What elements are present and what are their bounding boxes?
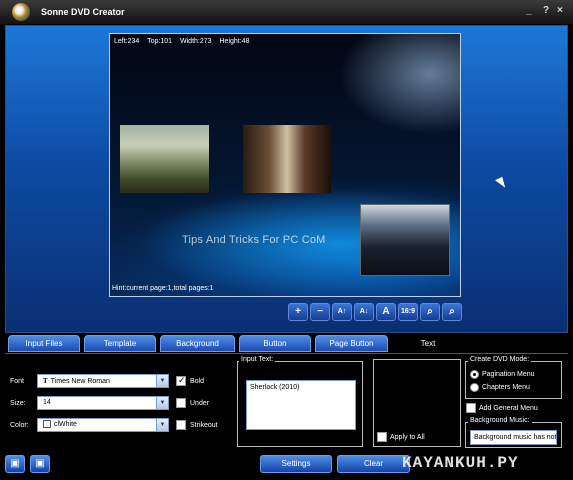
project-save-icon[interactable]: ▣ bbox=[30, 455, 50, 473]
dvd-mode-title: Create DVD Mode: bbox=[468, 356, 532, 363]
thumbnail-button-2[interactable] bbox=[243, 125, 331, 193]
zoom-out-button[interactable]: ⌕ bbox=[442, 303, 462, 321]
tab-page-button[interactable]: Page Button bbox=[315, 335, 388, 352]
pagination-menu-label: Pagination Menu bbox=[482, 371, 535, 378]
color-select[interactable]: clWhite ▼ bbox=[37, 418, 169, 432]
tab-button[interactable]: Button bbox=[239, 335, 311, 352]
height-readout: Height:48 bbox=[219, 38, 250, 45]
chevron-down-icon: ▼ bbox=[156, 375, 168, 387]
chevron-down-icon: ▼ bbox=[156, 419, 168, 431]
apply-to-all-checkbox[interactable] bbox=[377, 432, 387, 442]
zoom-in-button[interactable]: ⌕ bbox=[420, 303, 440, 321]
minimize-button[interactable]: _ bbox=[526, 5, 532, 16]
under-checkbox[interactable] bbox=[176, 398, 186, 408]
add-general-menu-label: Add General Menu bbox=[479, 405, 538, 412]
menu-preview-canvas[interactable]: Left:234 Top:101 Width:273 Height:48 Tip… bbox=[109, 33, 461, 297]
project-open-icon[interactable]: ▣ bbox=[5, 455, 25, 473]
bold-checkbox[interactable] bbox=[176, 375, 186, 386]
left-readout: Left:234 bbox=[114, 38, 140, 45]
clear-button[interactable]: Clear bbox=[337, 455, 410, 473]
width-readout: Width:273 bbox=[180, 38, 212, 45]
app-logo-icon bbox=[12, 3, 30, 21]
strikeout-checkbox[interactable] bbox=[176, 420, 186, 430]
selection-info: Left:234 Top:101 Width:273 Height:48 bbox=[114, 38, 255, 45]
thumbnail-button-3[interactable] bbox=[360, 204, 450, 276]
tab-text[interactable]: Text bbox=[392, 335, 464, 352]
site-watermark: KAYANKUH.PY bbox=[402, 454, 519, 472]
background-music-field[interactable]: Background music has not bbox=[470, 430, 557, 445]
size-select-value: 14 bbox=[43, 399, 51, 406]
font-type-icon: T bbox=[43, 377, 48, 385]
color-select-value: clWhite bbox=[54, 421, 77, 428]
page-hint: Hint:current page:1,total pages:1 bbox=[112, 285, 214, 292]
background-music-title: Background Music: bbox=[468, 417, 532, 424]
remove-button[interactable]: − bbox=[310, 303, 330, 321]
tab-background[interactable]: Background bbox=[160, 335, 235, 352]
font-select[interactable]: T Times New Roman ▼ bbox=[37, 374, 169, 388]
chapters-menu-radio[interactable] bbox=[470, 383, 479, 392]
preview-watermark: Tips And Tricks For PC CoM bbox=[182, 234, 326, 246]
size-label: Size: bbox=[10, 400, 26, 407]
color-swatch-icon bbox=[43, 420, 51, 429]
input-text-title: Input Text: bbox=[239, 356, 276, 363]
font-label: Font bbox=[10, 378, 25, 385]
window-title: Sonne DVD Creator bbox=[41, 7, 125, 17]
thumbnail-button-1[interactable] bbox=[120, 125, 209, 193]
chapters-menu-label: Chapters Menu bbox=[482, 384, 530, 391]
text-color-button[interactable]: A bbox=[376, 303, 396, 321]
size-select[interactable]: 14 ▼ bbox=[37, 396, 169, 410]
top-readout: Top:101 bbox=[147, 38, 173, 45]
aspect-ratio-button[interactable]: 16:9 bbox=[398, 303, 418, 321]
close-button[interactable]: × bbox=[557, 5, 563, 16]
chevron-down-icon: ▼ bbox=[156, 397, 168, 409]
tab-strip: Input Files Template Background Button P… bbox=[5, 334, 568, 353]
font-select-value: Times New Roman bbox=[50, 378, 110, 385]
bold-label: Bold bbox=[190, 378, 205, 385]
help-button[interactable]: ? bbox=[543, 5, 549, 16]
tab-input-files[interactable]: Input Files bbox=[8, 335, 80, 352]
font-decrease-button[interactable]: A↓ bbox=[354, 303, 374, 321]
input-text-field[interactable]: Sherlock (2010) bbox=[246, 380, 356, 430]
tab-template[interactable]: Template bbox=[84, 335, 156, 352]
text-settings-panel: Font TTimes New Roman ▼ Bold Size: 14 ▼ … bbox=[5, 353, 568, 451]
pagination-menu-radio[interactable] bbox=[470, 370, 479, 379]
title-bar: Sonne DVD Creator _ ? × bbox=[0, 0, 573, 24]
under-label: Under bbox=[190, 400, 210, 407]
add-button[interactable]: + bbox=[288, 303, 308, 321]
dvd-mode-group bbox=[465, 361, 562, 399]
apply-to-all-label: Apply to All bbox=[390, 434, 425, 441]
settings-button[interactable]: Settings bbox=[260, 455, 332, 473]
color-label: Color: bbox=[10, 422, 29, 429]
font-increase-button[interactable]: A↑ bbox=[332, 303, 352, 321]
strikeout-label: Strikeout bbox=[190, 422, 218, 429]
add-general-menu-checkbox[interactable] bbox=[466, 403, 476, 413]
